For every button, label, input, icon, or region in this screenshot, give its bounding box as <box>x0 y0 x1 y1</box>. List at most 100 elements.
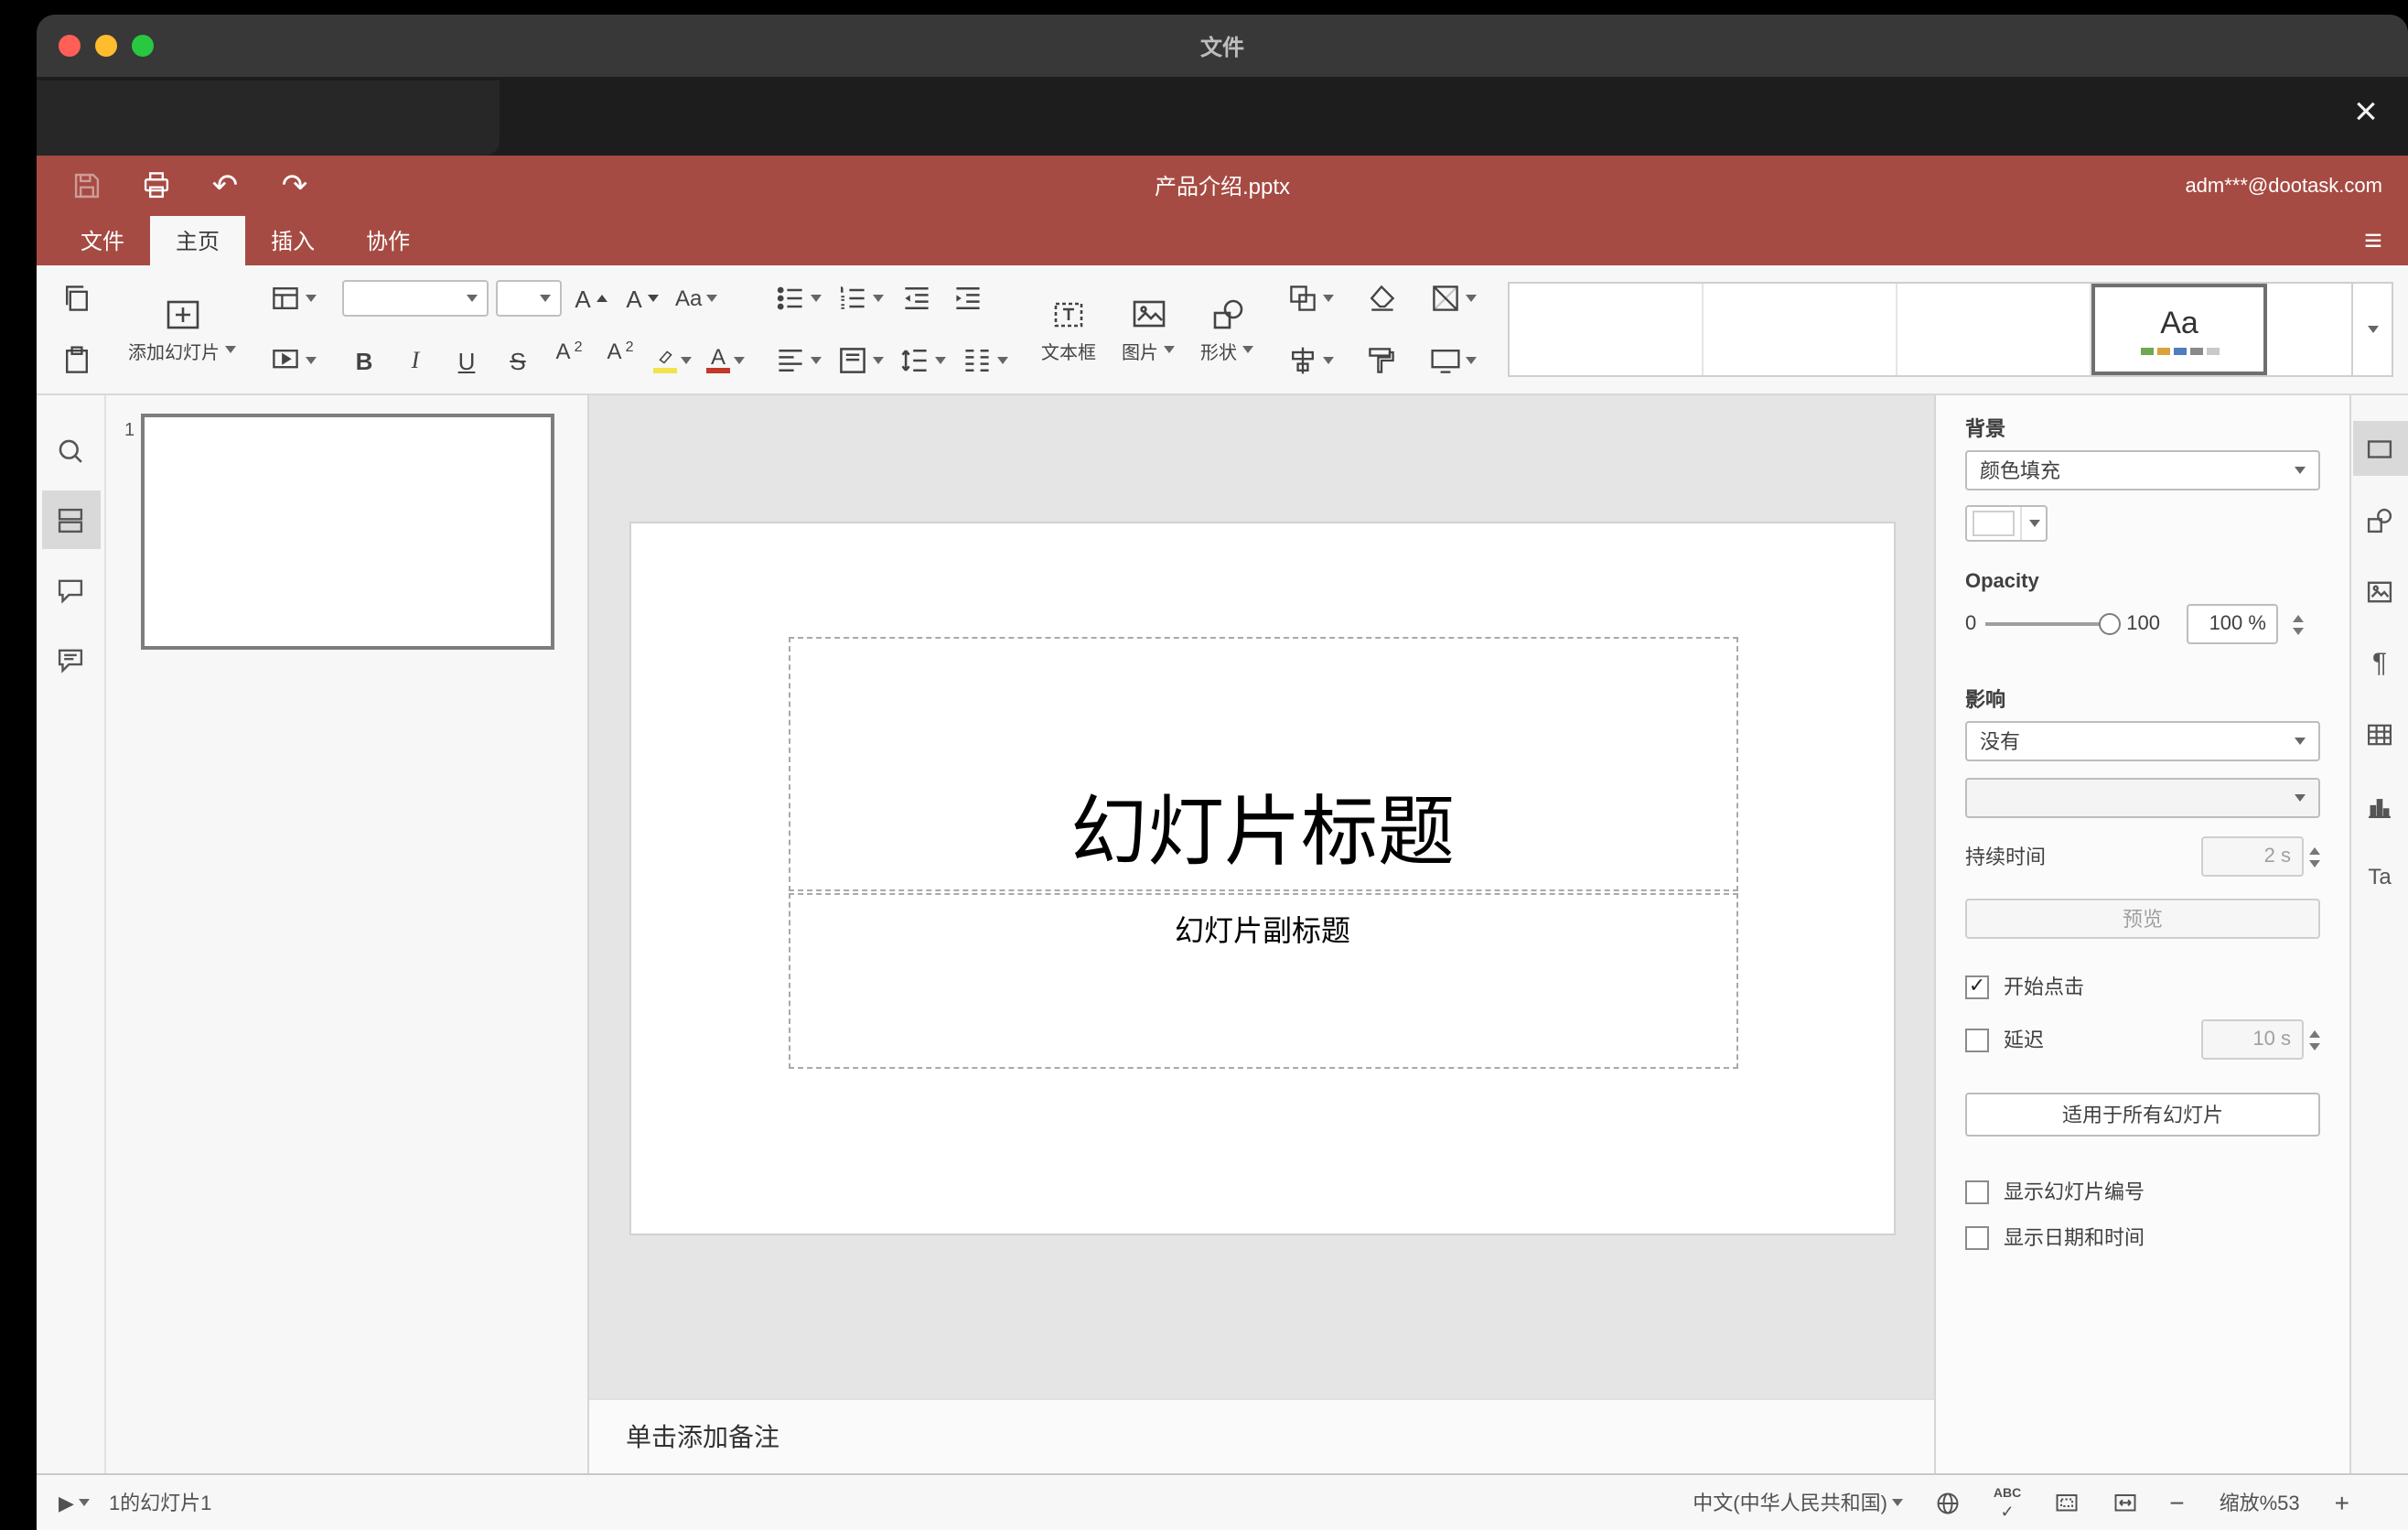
paragraph-settings-icon[interactable]: ¶ <box>2352 635 2407 690</box>
slides-panel-icon[interactable] <box>41 490 100 549</box>
columns-button[interactable] <box>957 339 1012 382</box>
bullet-list-button[interactable] <box>770 276 825 320</box>
font-color-button[interactable]: A <box>703 339 748 382</box>
insert-image-button[interactable]: 图片 <box>1114 296 1182 363</box>
show-slide-number-checkbox[interactable] <box>1965 1180 1989 1203</box>
start-on-click-checkbox[interactable]: ✓ <box>1965 975 1989 998</box>
show-date-time-row[interactable]: 显示日期和时间 <box>1965 1223 2320 1252</box>
line-spacing-button[interactable] <box>895 339 950 382</box>
search-icon[interactable] <box>41 421 100 479</box>
undo-icon[interactable]: ↶ <box>205 166 245 206</box>
start-slideshow-button[interactable] <box>265 339 320 382</box>
effect-type-dropdown[interactable] <box>1965 778 2320 818</box>
opacity-slider[interactable] <box>1985 613 2122 635</box>
decrease-indent-button[interactable] <box>895 276 939 320</box>
align-objects-button[interactable] <box>1283 339 1338 382</box>
fit-slide-icon[interactable] <box>2048 1489 2083 1516</box>
zoom-out-icon[interactable]: − <box>2166 1488 2188 1517</box>
preview-button[interactable]: 预览 <box>1965 899 2320 939</box>
chart-settings-icon[interactable] <box>2352 778 2407 833</box>
slide-thumbnail-selected[interactable] <box>141 414 554 650</box>
arrange-objects-button[interactable] <box>1283 276 1338 320</box>
duration-spinner[interactable] <box>2309 846 2320 867</box>
theme-option[interactable] <box>1897 284 2091 375</box>
apply-to-all-button[interactable]: 适用于所有幻灯片 <box>1965 1093 2320 1137</box>
slide-settings-icon[interactable] <box>2352 421 2407 476</box>
macos-titlebar: 文件 <box>37 15 2408 77</box>
copy-icon[interactable] <box>55 276 99 320</box>
font-name-combo[interactable] <box>342 280 489 317</box>
image-settings-icon[interactable] <box>2352 564 2407 619</box>
horizontal-align-button[interactable] <box>770 339 825 382</box>
vertical-align-button[interactable] <box>833 339 887 382</box>
slide-layout-button[interactable] <box>265 276 320 320</box>
theme-option[interactable] <box>1510 284 1704 375</box>
theme-option[interactable] <box>1704 284 1897 375</box>
duration-field[interactable]: 2 s <box>2201 836 2304 877</box>
superscript-button[interactable]: A2 <box>547 339 591 382</box>
numbered-list-button[interactable] <box>833 276 887 320</box>
language-selector[interactable]: 中文(中华人民共和国) <box>1689 1488 1908 1517</box>
text-art-settings-icon[interactable]: Ta <box>2352 849 2407 904</box>
document-language-icon[interactable] <box>1931 1489 1966 1516</box>
effect-dropdown[interactable]: 没有 <box>1965 721 2320 761</box>
shape-settings-icon[interactable] <box>2352 492 2407 547</box>
title-placeholder[interactable]: 幻灯片标题 <box>788 637 1737 891</box>
show-slide-number-row[interactable]: 显示幻灯片编号 <box>1965 1177 2320 1206</box>
theme-option[interactable] <box>2267 284 2351 375</box>
start-slideshow-status-button[interactable]: ▶ <box>55 1491 94 1514</box>
strikethrough-button[interactable]: S <box>496 339 540 382</box>
add-slide-button[interactable]: 添加幻灯片 <box>121 273 243 386</box>
save-icon[interactable] <box>66 166 106 206</box>
redo-icon[interactable]: ↷ <box>274 166 315 206</box>
zoom-in-icon[interactable]: + <box>2331 1488 2353 1517</box>
clear-style-button[interactable] <box>1360 276 1403 320</box>
change-case-button[interactable]: Aa <box>672 276 720 320</box>
subtitle-placeholder[interactable]: 幻灯片副标题 <box>788 893 1737 1069</box>
clipboard-group <box>55 273 99 386</box>
insert-textbox-button[interactable]: 文本框 <box>1034 296 1103 363</box>
start-on-click-row[interactable]: ✓ 开始点击 <box>1965 972 2320 1001</box>
print-icon[interactable] <box>135 166 176 206</box>
chevron-down-icon <box>2295 794 2306 802</box>
insert-shape-button[interactable]: 形状 <box>1193 296 1261 363</box>
spellcheck-icon[interactable]: ABC ✓ <box>1990 1487 2025 1519</box>
table-settings-icon[interactable] <box>2352 706 2407 761</box>
delay-checkbox-row[interactable]: 延迟 <box>1965 1025 2044 1054</box>
comments-icon[interactable] <box>41 560 100 619</box>
increase-indent-button[interactable] <box>946 276 990 320</box>
opacity-value-field[interactable]: 100 % <box>2187 604 2279 644</box>
opacity-spinner[interactable] <box>2293 614 2305 634</box>
background-fill-dropdown[interactable]: 颜色填充 <box>1965 450 2320 490</box>
show-date-time-checkbox[interactable] <box>1965 1225 1989 1249</box>
subscript-button[interactable]: A2 <box>598 339 642 382</box>
theme-option-selected[interactable]: Aa <box>2091 284 2267 375</box>
highlight-color-button[interactable] <box>650 339 695 382</box>
italic-button[interactable]: I <box>393 339 437 382</box>
theme-gallery-expand-button[interactable] <box>2353 282 2393 377</box>
tab-home[interactable]: 主页 <box>150 216 246 265</box>
decrease-font-size-button[interactable]: A <box>620 276 664 320</box>
tab-collaboration[interactable]: 协作 <box>340 216 435 265</box>
background-color-picker[interactable] <box>1965 505 2048 542</box>
increase-font-size-button[interactable]: A <box>569 276 613 320</box>
bold-button[interactable]: B <box>342 339 386 382</box>
delay-spinner[interactable] <box>2309 1029 2320 1050</box>
font-color-icon: A <box>706 346 730 373</box>
delay-field[interactable]: 10 s <box>2201 1019 2304 1060</box>
close-icon[interactable]: × <box>2338 84 2393 139</box>
feedback-icon[interactable] <box>41 630 100 688</box>
tab-file[interactable]: 文件 <box>55 216 150 265</box>
notes-area[interactable]: 单击添加备注 <box>589 1398 1934 1473</box>
copy-style-button[interactable] <box>1360 339 1403 382</box>
paste-icon[interactable] <box>55 339 99 382</box>
underline-button[interactable]: U <box>445 339 489 382</box>
font-size-combo[interactable] <box>496 280 562 317</box>
hamburger-menu-icon[interactable]: ≡ <box>2338 216 2408 265</box>
fit-width-icon[interactable] <box>2107 1489 2142 1516</box>
delay-checkbox[interactable] <box>1965 1028 1989 1051</box>
tab-insert[interactable]: 插入 <box>245 216 340 265</box>
slider-knob[interactable] <box>2099 613 2122 635</box>
slide-size-button[interactable] <box>1425 339 1480 382</box>
color-scheme-button[interactable] <box>1425 276 1480 320</box>
